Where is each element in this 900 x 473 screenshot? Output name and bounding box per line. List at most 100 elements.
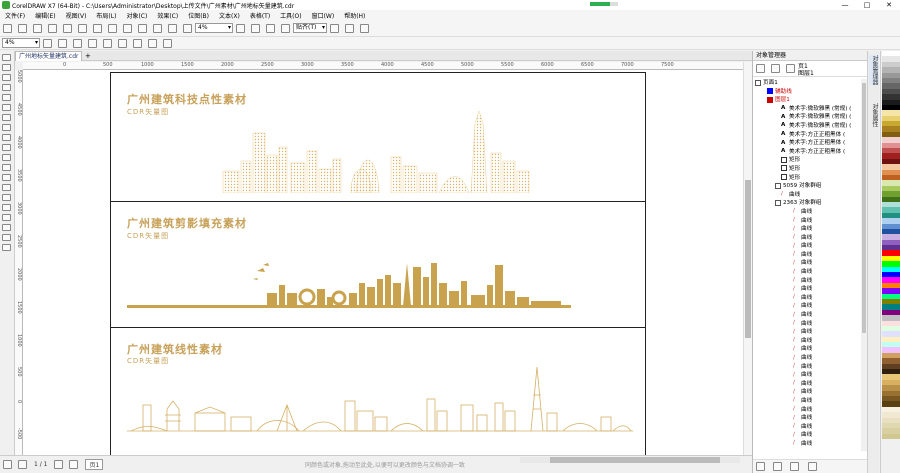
tree-row-guides[interactable]: 辅助线: [753, 88, 861, 97]
rectangle-tool-icon[interactable]: [2, 114, 11, 121]
tab-object-properties[interactable]: 对象属性: [869, 103, 879, 127]
tree-row-curve[interactable]: ∕ 曲线: [753, 208, 861, 217]
paste-icon[interactable]: [93, 23, 102, 33]
copy-icon[interactable]: [78, 23, 87, 33]
tree-row-text[interactable]: A 美术字:微软雅黑 (常规) (: [753, 105, 861, 114]
section-subtitle[interactable]: CDR矢量图: [127, 231, 169, 241]
tree-row-rect[interactable]: 矩形: [753, 174, 861, 183]
tree-row-curve[interactable]: ∕ 曲线: [753, 302, 861, 311]
guidelines-icon[interactable]: [281, 23, 290, 33]
vertical-ruler[interactable]: 5000 4500 4000 3500 3000 2500 2000 1500 …: [15, 70, 23, 455]
transparency-tool-icon[interactable]: [2, 184, 11, 191]
tree-row-curve[interactable]: ∕ 曲线: [753, 311, 861, 320]
prev-page-icon[interactable]: [18, 460, 27, 469]
last-page-icon[interactable]: [69, 460, 79, 469]
tree-row-curve[interactable]: ∕ 曲线: [753, 371, 861, 380]
pick-tool-icon[interactable]: [2, 54, 11, 61]
tree-row-group[interactable]: 2363 对象群组: [753, 199, 861, 208]
menu-object[interactable]: 对象(C): [121, 11, 152, 20]
tree-row-curve[interactable]: ∕ 曲线: [753, 217, 861, 226]
section-title[interactable]: 广州建筑科技点性素材: [127, 91, 247, 107]
new-master-layer-all-icon[interactable]: [790, 462, 800, 471]
tree-row-curve[interactable]: ∕ 曲线: [753, 242, 861, 251]
close-button[interactable]: ✕: [878, 0, 900, 10]
save-icon[interactable]: [33, 23, 42, 33]
tree-row-curve[interactable]: ∕ 曲线: [753, 320, 861, 329]
tree-row-group[interactable]: 5059 对象群组: [753, 182, 861, 191]
document-tab[interactable]: 广州地标矢量建筑.cdr: [15, 51, 83, 61]
crop-tool-icon[interactable]: [2, 74, 11, 81]
snap-to-select[interactable]: 贴齐(T): [293, 23, 327, 33]
new-icon[interactable]: [3, 23, 12, 33]
tree-row-curve[interactable]: ∕ 曲线: [753, 440, 861, 449]
tree-row-text[interactable]: A 美术字:方正正粗黑体 (: [753, 139, 861, 148]
artistic-media-tool-icon[interactable]: [2, 104, 11, 111]
tree-row-curve[interactable]: ∕ 曲线: [753, 277, 861, 286]
menu-effects[interactable]: 效果(C): [152, 11, 183, 20]
menu-layout[interactable]: 布局(L): [91, 11, 121, 20]
tree-row-rect[interactable]: 矩形: [753, 165, 861, 174]
zoom-tool-icon[interactable]: [2, 84, 11, 91]
tree-row-curve[interactable]: ∕ 曲线: [753, 345, 861, 354]
pan-icon[interactable]: [148, 38, 157, 48]
rulers-icon[interactable]: [251, 23, 260, 33]
tree-row-curve[interactable]: ∕ 曲线: [753, 234, 861, 243]
dotted-skyline-artwork[interactable]: [221, 111, 531, 193]
print-icon[interactable]: [48, 23, 57, 33]
first-page-icon[interactable]: [3, 460, 12, 469]
silhouette-skyline-artwork[interactable]: [127, 253, 571, 311]
tree-row-curve[interactable]: ∕ 曲线: [753, 363, 861, 372]
menu-tools[interactable]: 工具(O): [275, 11, 306, 20]
tree-row-text[interactable]: A 美术字:微软雅黑 (常规) (: [753, 122, 861, 131]
new-document-tab-button[interactable]: +: [85, 52, 93, 60]
tab-object-manager[interactable]: 对象管理器: [869, 55, 879, 85]
tree-row-text[interactable]: A 美术字:方正正粗黑体 (: [753, 148, 861, 157]
zoom-in-icon[interactable]: [43, 38, 52, 48]
tree-row-curve[interactable]: ∕ 曲线: [753, 294, 861, 303]
section-subtitle[interactable]: CDR矢量图: [127, 107, 169, 117]
menu-text[interactable]: 文本(X): [214, 11, 245, 20]
options-icon[interactable]: [345, 23, 354, 33]
horizontal-scrollbar[interactable]: [520, 457, 740, 463]
freehand-tool-icon[interactable]: [2, 94, 11, 101]
smart-fill-tool-icon[interactable]: [2, 214, 11, 221]
text-tool-icon[interactable]: [2, 144, 11, 151]
drawing-canvas[interactable]: 广州建筑科技点性素材 CDR矢量图 广州建筑剪影填充素材 CDR矢量图 广州建筑…: [23, 70, 743, 455]
tree-row-curve[interactable]: ∕ 曲线: [753, 414, 861, 423]
full-screen-icon[interactable]: [236, 23, 245, 33]
tree-row-text[interactable]: A 美术字:微软雅黑 (常规) (: [753, 113, 861, 122]
tree-row-curve[interactable]: ∕ 曲线: [753, 431, 861, 440]
page-tab[interactable]: 页1: [85, 459, 104, 470]
menu-table[interactable]: 表格(T): [245, 11, 275, 20]
publish-pdf-icon[interactable]: [183, 23, 192, 33]
zoom-height-icon[interactable]: [133, 38, 142, 48]
tree-row-text[interactable]: A 美术字:方正正粗黑体 (: [753, 131, 861, 140]
zoom-page-icon[interactable]: [103, 38, 112, 48]
edit-across-layers-icon[interactable]: [771, 64, 780, 73]
document-page[interactable]: 广州建筑科技点性素材 CDR矢量图 广州建筑剪影填充素材 CDR矢量图 广州建筑…: [110, 72, 646, 455]
zoom-level-select[interactable]: 4%: [195, 23, 233, 33]
vertical-scrollbar[interactable]: [743, 62, 752, 455]
layer-manager-view-icon[interactable]: [786, 64, 795, 73]
color-swatch[interactable]: [882, 433, 900, 440]
section-title[interactable]: 广州建筑线性素材: [127, 341, 223, 357]
undo-icon[interactable]: [108, 23, 117, 33]
zoom-level-field[interactable]: 4%: [2, 38, 40, 48]
tree-row-curve[interactable]: ∕ 曲线: [753, 397, 861, 406]
export-icon[interactable]: [168, 23, 177, 33]
horizontal-ruler[interactable]: 0 500 1000 1500 2000 2500 3000 3500 4000…: [23, 62, 743, 70]
open-icon[interactable]: [18, 23, 27, 33]
zoom-all-icon[interactable]: [88, 38, 97, 48]
search-content-icon[interactable]: [138, 23, 147, 33]
next-page-icon[interactable]: [54, 460, 64, 469]
section-title[interactable]: 广州建筑剪影填充素材: [127, 215, 247, 231]
tree-row-curve[interactable]: ∕ 曲线: [753, 225, 861, 234]
zoom-selected-icon[interactable]: [73, 38, 82, 48]
polygon-tool-icon[interactable]: [2, 134, 11, 141]
drop-shadow-tool-icon[interactable]: [2, 174, 11, 181]
zoom-width-icon[interactable]: [118, 38, 127, 48]
ellipse-tool-icon[interactable]: [2, 124, 11, 131]
line-skyline-artwork[interactable]: [127, 365, 633, 435]
tree-row-curve[interactable]: ∕ 曲线: [753, 285, 861, 294]
tree-row-curve[interactable]: ∕ 曲线: [753, 191, 861, 200]
